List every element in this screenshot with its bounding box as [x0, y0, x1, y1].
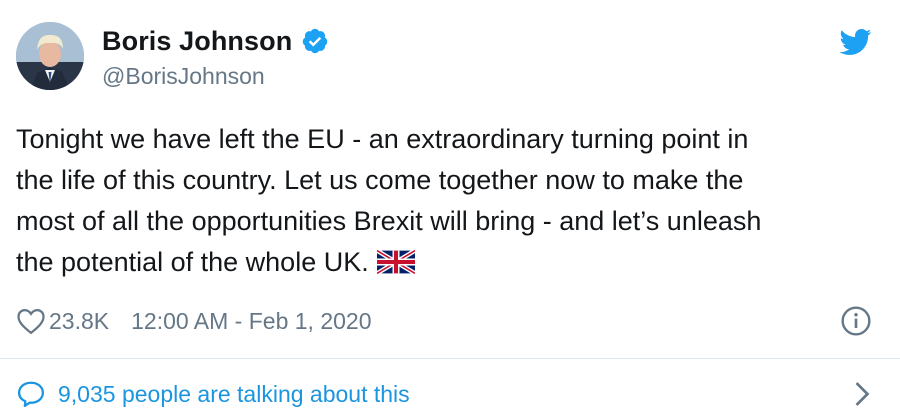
talking-count-text: 9,035 people are talking about this	[58, 380, 410, 407]
like-count[interactable]: 23.8K	[49, 308, 109, 335]
profile-photo-icon	[16, 22, 84, 90]
author-info: Boris Johnson @BorisJohnson	[102, 24, 329, 90]
divider	[0, 358, 900, 359]
tweet-text: Tonight we have left the EU - an extraor…	[16, 119, 876, 283]
union-jack-flag-icon	[376, 250, 415, 274]
tweet-card: Boris Johnson @BorisJohnson Tonight we h…	[0, 0, 900, 418]
avatar[interactable]	[16, 22, 84, 90]
heart-icon[interactable]	[16, 307, 46, 335]
user-handle[interactable]: @BorisJohnson	[102, 63, 329, 90]
tweet-timestamp[interactable]: 12:00 AM - Feb 1, 2020	[131, 308, 371, 335]
speech-bubble-icon	[18, 381, 44, 407]
display-name-row: Boris Johnson	[102, 24, 329, 58]
display-name[interactable]: Boris Johnson	[102, 26, 292, 57]
info-icon[interactable]	[840, 305, 872, 337]
conversation-link[interactable]: 9,035 people are talking about this	[16, 375, 872, 413]
tweet-meta: 23.8K 12:00 AM - Feb 1, 2020	[16, 304, 372, 338]
twitter-bird-icon[interactable]	[838, 28, 872, 56]
chevron-right-icon[interactable]	[852, 379, 872, 409]
verified-badge-icon	[303, 28, 328, 54]
